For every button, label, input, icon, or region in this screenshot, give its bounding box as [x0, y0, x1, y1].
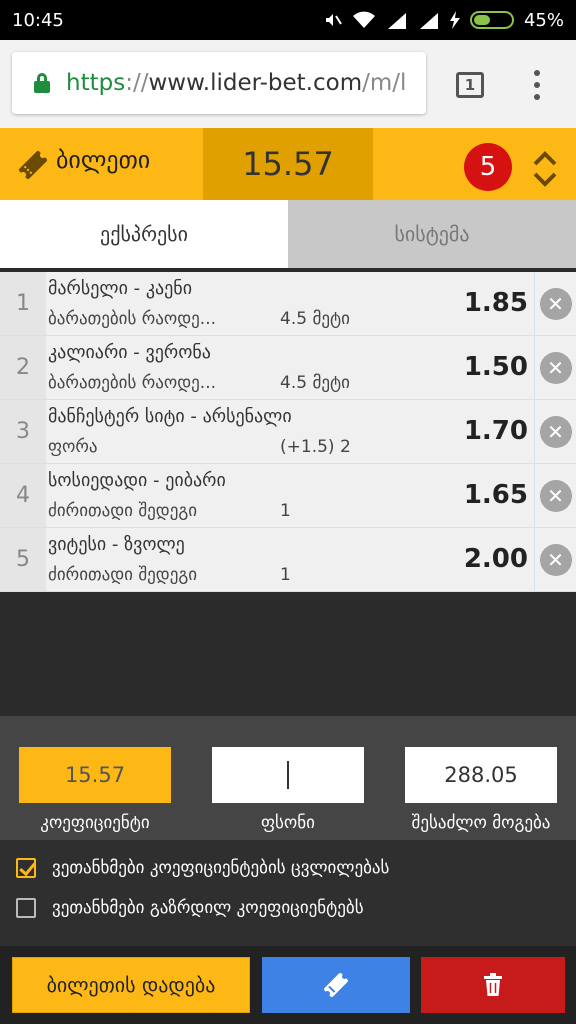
- remove-bet-button[interactable]: ✕: [534, 464, 576, 527]
- accept-odds-change-label: ვეთანხმები კოეფიციენტების ცვლილებას: [52, 858, 390, 878]
- bet-options: ვეთანხმები კოეფიციენტების ცვლილებას ვეთა…: [0, 840, 576, 946]
- accept-boosted-odds-checkbox[interactable]: [16, 898, 36, 918]
- accept-odds-change-checkbox[interactable]: [16, 858, 36, 878]
- bet-market: ძირითადი შედეგი: [48, 565, 198, 585]
- bet-odds: 1.85: [463, 288, 528, 318]
- status-icons: 45%: [322, 10, 564, 31]
- bet-odds: 2.00: [463, 544, 528, 574]
- tab-express[interactable]: ექსპრესი: [0, 200, 288, 268]
- bet-number: 4: [0, 464, 46, 527]
- ticket-total-odds: 15.57: [203, 128, 373, 200]
- bet-outcome: 4.5 მეტი: [280, 309, 350, 329]
- battery-percent: 45%: [523, 9, 564, 31]
- bet-outcome: 4.5 მეტი: [280, 373, 350, 393]
- remove-bet-button[interactable]: ✕: [534, 272, 576, 335]
- bet-odds: 1.65: [463, 480, 528, 510]
- remove-icon: ✕: [539, 479, 572, 512]
- remove-icon: ✕: [539, 415, 572, 448]
- bet-number: 2: [0, 336, 46, 399]
- expand-collapse-icon[interactable]: [530, 150, 560, 188]
- ticket-icon: [324, 973, 348, 997]
- charging-icon: [449, 11, 460, 29]
- url-path: /m/l: [362, 70, 407, 96]
- browser-menu-icon[interactable]: [534, 70, 542, 100]
- url-separator: ://: [125, 70, 149, 96]
- bet-market: ფორა: [48, 437, 98, 457]
- bet-teams: მანჩესტერ სიტი - არსენალი: [48, 406, 292, 427]
- checkmark-icon: [19, 858, 36, 877]
- url-scheme: https: [66, 70, 126, 96]
- possible-win-label: შესაძლო მოგება: [411, 813, 551, 833]
- bet-market: ბარათების რაოდე...: [48, 373, 216, 393]
- bet-row: 2 კალიარი - ვერონა ბარათების რაოდე... 4.…: [0, 336, 576, 400]
- accept-boosted-odds-option[interactable]: ვეთანხმები გაზრდილ კოეფიციენტებს: [16, 898, 364, 918]
- bet-outcome: 1: [280, 501, 291, 521]
- bet-odds: 1.50: [463, 352, 528, 382]
- bet-market: ძირითადი შედეგი: [48, 501, 198, 521]
- empty-area: [0, 592, 576, 716]
- browser-toolbar: https://www.lider-bet.com/m/l 1: [0, 40, 576, 128]
- bet-row: 3 მანჩესტერ სიტი - არსენალი ფორა (+1.5) …: [0, 400, 576, 464]
- stake-label: ფსონი: [261, 813, 315, 833]
- signal-icon-2: [419, 13, 438, 29]
- possible-win-value: 288.05: [405, 747, 557, 803]
- url-bar[interactable]: https://www.lider-bet.com/m/l: [12, 52, 426, 114]
- bet-summary: 15.57 288.05 კოეფიციენტი ფსონი შესაძლო მ…: [0, 716, 576, 840]
- wifi-icon: [352, 11, 375, 28]
- bet-outcome: (+1.5) 2: [280, 437, 351, 457]
- selection-count-badge: 5: [464, 143, 512, 191]
- bet-teams: მარსელი - კაენი: [48, 278, 193, 299]
- bet-market: ბარათების რაოდე...: [48, 309, 216, 329]
- action-bar: ბილეთის დადება: [0, 946, 576, 1024]
- tab-switcher-button[interactable]: 1: [456, 72, 484, 98]
- bet-outcome: 1: [280, 565, 291, 585]
- stake-input[interactable]: [212, 747, 364, 803]
- coefficient-value: 15.57: [19, 747, 171, 803]
- delete-ticket-button[interactable]: [421, 957, 565, 1013]
- bet-type-tabs: ექსპრესი სისტემა: [0, 200, 576, 268]
- ticket-label: ბილეთი: [56, 146, 151, 174]
- trash-icon: [484, 973, 502, 996]
- bet-teams: ვიტესი - ზვოლე: [48, 534, 185, 555]
- status-bar: 10:45 45%: [0, 0, 576, 40]
- bet-number: 3: [0, 400, 46, 463]
- accept-boosted-odds-label: ვეთანხმები გაზრდილ კოეფიციენტებს: [52, 898, 364, 918]
- bet-number: 5: [0, 528, 46, 591]
- status-time: 10:45: [12, 9, 64, 31]
- accept-odds-change-option[interactable]: ვეთანხმები კოეფიციენტების ცვლილებას: [16, 858, 389, 878]
- tab-system[interactable]: სისტემა: [288, 200, 576, 268]
- bet-row: 1 მარსელი - კაენი ბარათების რაოდე... 4.5…: [0, 272, 576, 336]
- remove-icon: ✕: [539, 351, 572, 384]
- battery-icon: [469, 11, 514, 29]
- bet-odds: 1.70: [463, 416, 528, 446]
- bet-row: 4 სოსიედადი - ეიბარი ძირითადი შედეგი 1 1…: [0, 464, 576, 528]
- url-host: www.lider-bet.com: [148, 70, 363, 96]
- bet-teams: კალიარი - ვერონა: [48, 342, 211, 363]
- bet-number: 1: [0, 272, 46, 335]
- text-cursor: [287, 761, 289, 789]
- bet-row: 5 ვიტესი - ზვოლე ძირითადი შედეგი 1 2.00 …: [0, 528, 576, 592]
- bet-teams: სოსიედადი - ეიბარი: [48, 470, 226, 491]
- signal-icon: [387, 13, 406, 29]
- coefficient-label: კოეფიციენტი: [40, 813, 150, 833]
- place-bet-button[interactable]: ბილეთის დადება: [12, 957, 250, 1013]
- lock-icon: [34, 73, 50, 93]
- ticket-icon: [18, 150, 48, 180]
- remove-bet-button[interactable]: ✕: [534, 336, 576, 399]
- remove-icon: ✕: [539, 543, 572, 576]
- ticket-button[interactable]: [262, 957, 410, 1013]
- remove-icon: ✕: [539, 287, 572, 320]
- mute-icon: [325, 14, 342, 26]
- remove-bet-button[interactable]: ✕: [534, 400, 576, 463]
- remove-bet-button[interactable]: ✕: [534, 528, 576, 591]
- bet-list: 1 მარსელი - კაენი ბარათების რაოდე... 4.5…: [0, 272, 576, 592]
